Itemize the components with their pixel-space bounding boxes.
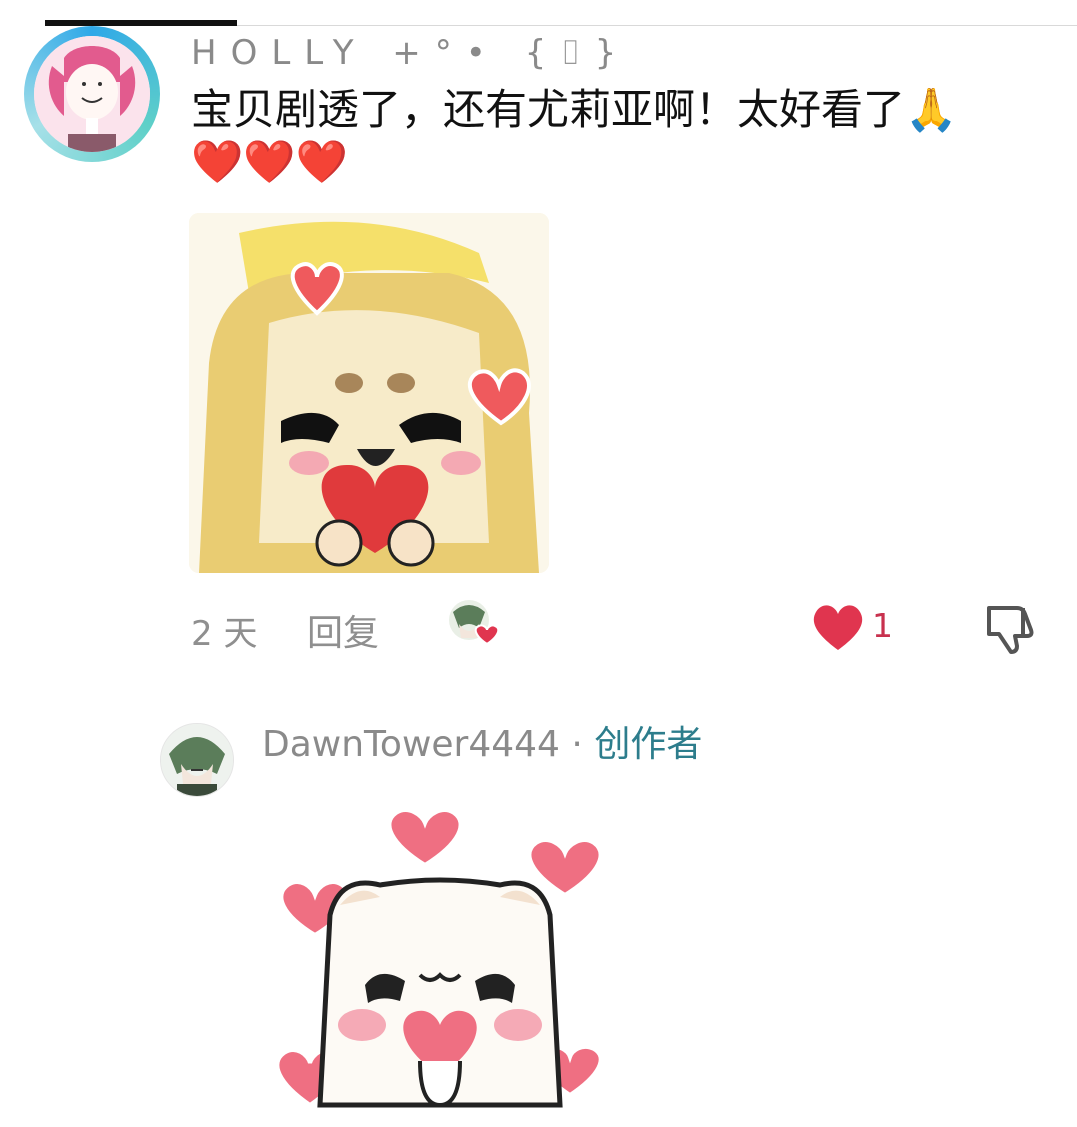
reply-username[interactable]: DawnTower4444 [262,724,560,765]
heart-icon [813,605,863,650]
comment-text-line: 宝贝剧透了，还有尤莉亚啊！太好看了🙏 [191,85,958,134]
dislike-button[interactable] [983,600,1039,656]
sticker-cat-hearts [275,808,603,1108]
like-button[interactable] [810,602,866,652]
reply-sticker-image[interactable] [270,805,610,1123]
creator-badge: 创作者 [594,724,703,765]
commenter-avatar[interactable] [24,26,160,162]
like-count: 1 [872,606,893,645]
commenter-username[interactable]: HOLLY +°• {⌷} [191,33,630,73]
comment-actions-row: 2 天 回复 1 [0,598,1077,658]
sticker-girl-heart [189,213,549,573]
separator-dot: · [571,724,583,765]
comment-timestamp: 2 天 [191,614,258,654]
comment-sticker-image[interactable] [189,213,549,573]
comment-hearts-line: ❤️❤️❤️ [191,137,348,186]
creator-heart-icon [449,600,500,646]
avatar-illustration [34,36,150,152]
avatar-illustration [161,724,233,796]
reply-author-avatar[interactable] [160,723,234,797]
thumbs-down-icon [987,606,1034,654]
reply-author-line: DawnTower4444 · 创作者 [262,715,702,767]
creator-liked-avatar [447,598,505,648]
comment-body: 宝贝剧透了，还有尤莉亚啊！太好看了🙏 ❤️❤️❤️ [191,84,1031,188]
tab-indicator [45,20,237,26]
top-divider [237,25,1077,26]
reply-button[interactable]: 回复 [307,604,379,656]
